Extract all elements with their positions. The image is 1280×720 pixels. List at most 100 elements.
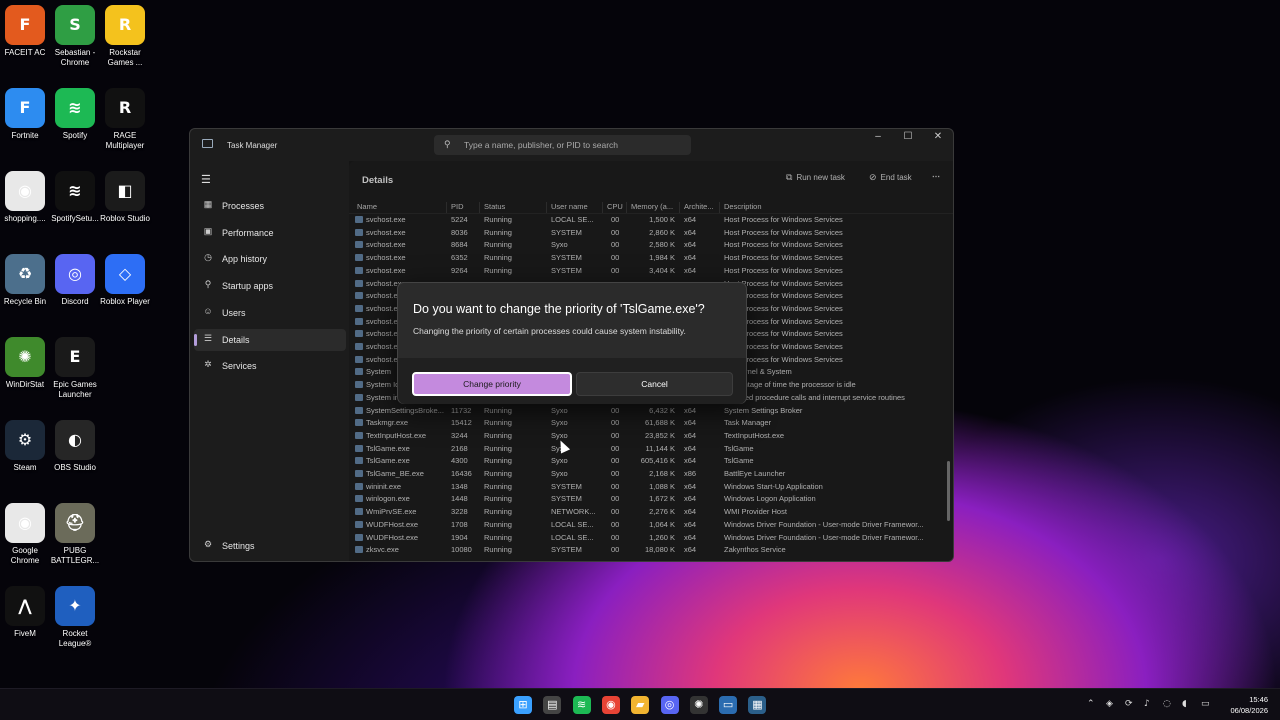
battery-icon[interactable]: ▭ <box>1201 699 1210 709</box>
sidebar: ☰ ▦ Processes ▣ Performance ◷ App history ⚲ Sta… <box>190 161 348 561</box>
obs-icon: ◐ <box>55 420 95 460</box>
nav-item-label: Details <box>222 334 250 345</box>
desktop-shortcut-label: FACEIT AC <box>4 48 46 57</box>
desktop-shortcut-label: Epic Games Launcher <box>53 380 97 399</box>
nav-item-performance[interactable]: ▣ Performance <box>194 222 346 244</box>
menu-icon[interactable]: ☰ <box>201 173 211 186</box>
desktop-shortcut-label: FiveM <box>14 629 36 638</box>
network-icon[interactable]: ◌ <box>1163 699 1171 709</box>
desktop-shortcut-label: Rocket League® <box>58 629 92 648</box>
desktop-shortcut-label: Roblox Studio <box>100 214 150 223</box>
details-icon: ☰ <box>203 332 213 343</box>
desktop-shortcut[interactable]: ◇ Roblox Player <box>100 254 150 307</box>
steam-icon: ⚙ <box>5 420 45 460</box>
desktop-shortcut[interactable]: ◉ Google Chrome <box>0 503 50 566</box>
performance-icon: ▣ <box>203 225 213 236</box>
desktop-shortcut-label: SpotifySetu... <box>51 214 99 223</box>
rocket-league-icon: ✦ <box>55 586 95 626</box>
desktop-shortcut[interactable]: F FACEIT AC <box>0 5 50 58</box>
recycle-bin-icon: ♻ <box>5 254 45 294</box>
chatgpt-icon[interactable]: ✺ <box>689 696 708 714</box>
settings-label: Settings <box>222 541 255 551</box>
desktop-shortcut[interactable]: S Sebastian - Chrome <box>50 5 100 68</box>
discord-icon[interactable]: ◎ <box>660 696 679 714</box>
spotify-icon[interactable]: ≋ <box>572 696 591 714</box>
clock[interactable]: 15:46 06/08/2026 <box>1230 694 1268 716</box>
desktop-shortcut[interactable]: ◧ Roblox Studio <box>100 171 150 224</box>
file-explorer-icon[interactable]: ▰ <box>631 696 650 714</box>
desktop-shortcut[interactable]: ♻ Recycle Bin <box>0 254 50 307</box>
rage-mp-icon: R <box>105 88 145 128</box>
dialog-title: Do you want to change the priority of 'T… <box>413 302 705 316</box>
minimize-button[interactable]: – <box>863 131 893 145</box>
nav-item-details[interactable]: ☰ Details <box>194 328 346 351</box>
title-bar: Task Manager ⚲ – ☐ ✕ <box>190 129 953 161</box>
settings-nav[interactable]: ⚙ Settings <box>194 535 346 557</box>
search-icon: ⚲ <box>444 139 451 149</box>
fivem-icon: ⋀ <box>5 586 45 626</box>
clock-time: 15:46 <box>1249 695 1268 704</box>
desktop-shortcut[interactable]: R RAGE Multiplayer <box>100 88 150 151</box>
desktop-shortcut[interactable]: ✺ WinDirStat <box>0 337 50 390</box>
nav-item-label: App history <box>222 254 268 265</box>
desktop-shortcut-label: Discord <box>61 297 89 306</box>
nav-item-startup-apps[interactable]: ⚲ Startup apps <box>194 275 346 297</box>
search-input[interactable] <box>464 138 684 152</box>
chevron-up-icon[interactable]: ⌃ <box>1087 699 1095 709</box>
nav-item-label: Processes <box>222 201 265 211</box>
desktop-shortcut-label: Rockstar Games ... <box>107 48 143 67</box>
nav-item-services[interactable]: ✲ Services <box>194 355 346 377</box>
sync-icon[interactable]: ⟳ <box>1125 699 1133 709</box>
desktop-shortcut-label: Sebastian - Chrome <box>54 48 96 67</box>
dialog-message: Changing the priority of certain process… <box>413 326 686 336</box>
store-icon[interactable]: ▤ <box>543 696 562 714</box>
close-button[interactable]: ✕ <box>923 131 953 145</box>
chrome-icon[interactable]: ◉ <box>601 696 620 714</box>
desktop-shortcut-label: OBS Studio <box>54 463 96 472</box>
task-manager-icon[interactable]: ▦ <box>748 696 767 714</box>
volume-icon[interactable]: ◖ <box>1182 699 1187 709</box>
notepad-icon[interactable]: ▭ <box>719 696 738 714</box>
desktop-shortcut-label: Recycle Bin <box>3 297 47 306</box>
window-title: Task Manager <box>227 141 278 150</box>
nav-item-app-history[interactable]: ◷ App history <box>194 248 346 270</box>
nav-item-label: Users <box>222 307 246 318</box>
epic-games-icon: E <box>55 337 95 377</box>
start-icon[interactable]: ⊞ <box>514 696 532 714</box>
nav-item-label: Services <box>222 361 257 372</box>
nav-item-users[interactable]: ☺ Users <box>194 302 346 324</box>
desktop-shortcut[interactable]: ✦ Rocket League® <box>50 586 100 649</box>
change-priority-button[interactable]: Change priority <box>412 372 572 396</box>
desktop-shortcut[interactable]: E Epic Games Launcher <box>50 337 100 400</box>
taskbar: ⊞ ▤ ≋ ◉ ▰ ◎ ✺ ▭ ▦ ⌃ ◈ ⟳ ♪ ◌ ◖ ▭ 15:46 06/08/2026 <box>0 688 1280 720</box>
search-box[interactable]: ⚲ <box>434 135 691 155</box>
nav-item-processes[interactable]: ▦ Processes <box>194 195 346 217</box>
chrome-icon: ◉ <box>5 503 45 543</box>
desktop-shortcut[interactable]: ≋ SpotifySetu... <box>50 171 100 224</box>
desktop-shortcut-label: Steam <box>13 463 37 472</box>
cancel-button[interactable]: Cancel <box>576 372 733 396</box>
desktop-shortcut[interactable]: ⚙ Steam <box>0 420 50 473</box>
users-icon: ☺ <box>203 305 213 316</box>
desktop-shortcut[interactable]: R Rockstar Games ... <box>100 5 150 68</box>
steam-tray-icon[interactable]: ◈ <box>1106 699 1113 709</box>
desktop-shortcut-label: Roblox Player <box>100 297 150 306</box>
mic-icon[interactable]: ♪ <box>1144 699 1150 709</box>
windirstat-icon: ✺ <box>5 337 45 377</box>
change-priority-dialog: Do you want to change the priority of 'T… <box>397 282 747 404</box>
desktop-shortcut[interactable]: ◉ shopping.... <box>0 171 50 224</box>
desktop-shortcut[interactable]: ⋀ FiveM <box>0 586 50 639</box>
desktop-shortcut-label: shopping.... <box>4 214 46 223</box>
task-manager-icon <box>202 139 213 148</box>
roblox-player-icon: ◇ <box>105 254 145 294</box>
desktop-shortcut[interactable]: F Fortnite <box>0 88 50 141</box>
maximize-button[interactable]: ☐ <box>893 131 923 145</box>
desktop-shortcut[interactable]: ⛑ PUBG BATTLEGR... <box>50 503 100 566</box>
discord-icon: ◎ <box>55 254 95 294</box>
rockstar-icon: R <box>105 5 145 45</box>
desktop-shortcut-label: WinDirStat <box>5 380 45 389</box>
desktop-shortcut[interactable]: ≋ Spotify <box>50 88 100 141</box>
clock-date: 06/08/2026 <box>1230 706 1268 715</box>
desktop-shortcut[interactable]: ◎ Discord <box>50 254 100 307</box>
desktop-shortcut[interactable]: ◐ OBS Studio <box>50 420 100 473</box>
